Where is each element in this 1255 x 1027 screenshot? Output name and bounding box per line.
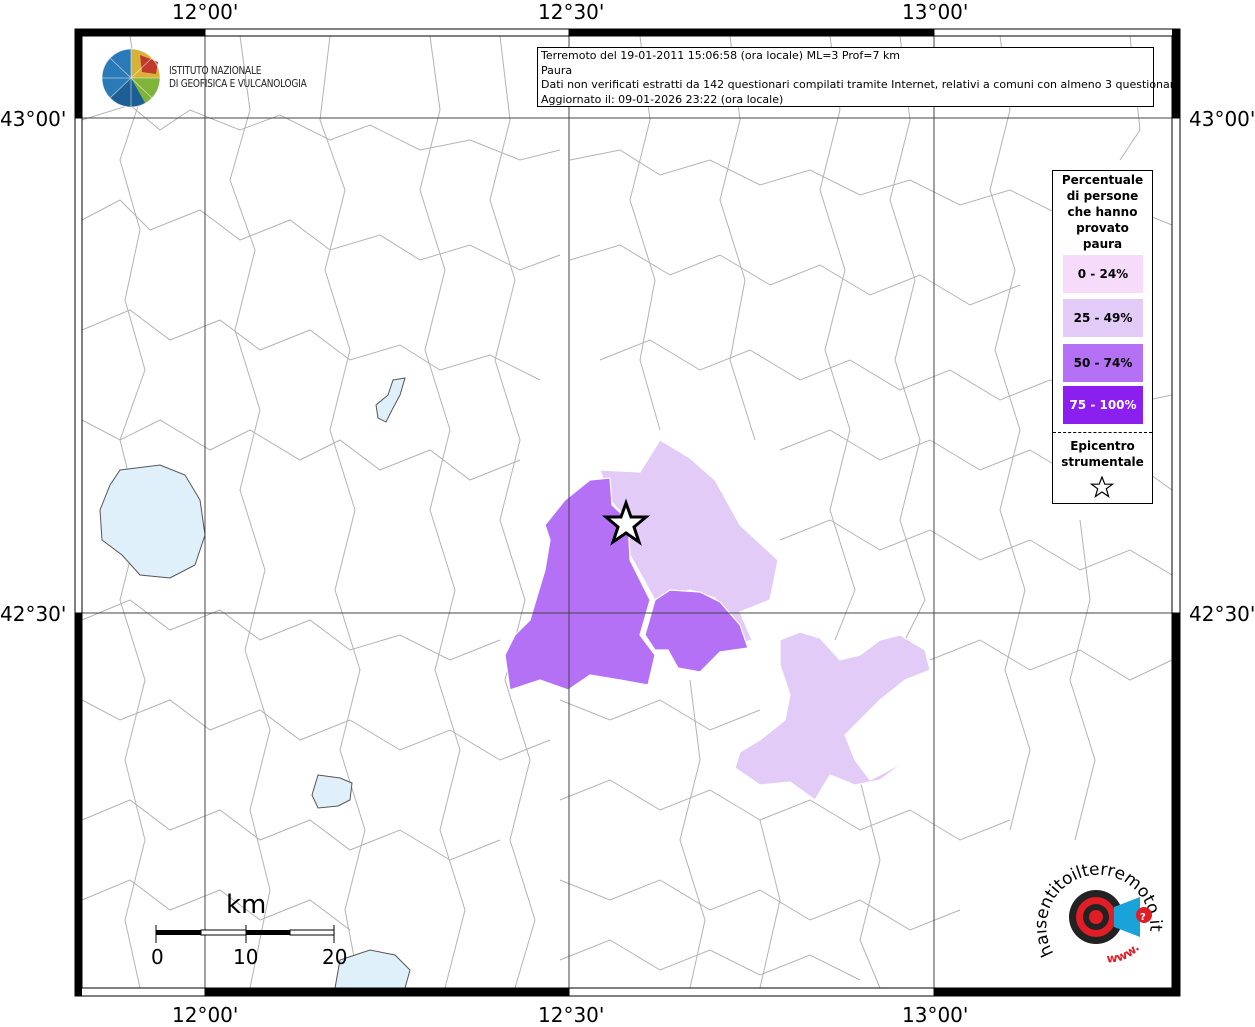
lon-label-bottom-1: 12°00' bbox=[172, 1003, 239, 1027]
scale-bar bbox=[155, 925, 335, 943]
lat-label-right-2: 42°30' bbox=[1189, 602, 1255, 626]
event-title: Terremoto del 19-01-2011 15:06:58 (ora l… bbox=[541, 49, 901, 62]
event-info-box: Terremoto del 19-01-2011 15:06:58 (ora l… bbox=[537, 47, 1181, 107]
legend-divider bbox=[1053, 432, 1152, 433]
lon-label-top-1: 12°00' bbox=[172, 0, 239, 24]
institute-line-2: DI GEOFISICA E VULCANOLOGIA bbox=[169, 77, 307, 90]
scale-tick-20: 20 bbox=[322, 945, 348, 969]
megaphone-target-icon: haisentitoilterremoto.it ? www. bbox=[1036, 862, 1165, 966]
legend-title: Percentuale di persone che hanno provato… bbox=[1053, 172, 1152, 252]
hst-logo-www: www. bbox=[1106, 941, 1142, 966]
lat-label-right-1: 43°00' bbox=[1189, 107, 1255, 131]
lon-label-bottom-3: 13°00' bbox=[902, 1003, 969, 1027]
legend-class-1: 25 - 49% bbox=[1063, 299, 1143, 337]
legend-title-line: che hanno bbox=[1067, 205, 1138, 219]
scale-tick-0: 0 bbox=[151, 945, 164, 969]
svg-text:?: ? bbox=[1140, 912, 1146, 923]
legend-class-0: 0 - 24% bbox=[1063, 255, 1143, 293]
scale-tick-10: 10 bbox=[233, 945, 259, 969]
legend-title-line: paura bbox=[1082, 237, 1123, 251]
legend-title-line: Percentuale bbox=[1061, 173, 1144, 187]
legend: Percentuale di persone che hanno provato… bbox=[1052, 170, 1153, 504]
parameter-name: Paura bbox=[541, 63, 573, 77]
legend-epicenter-label: Epicentro strumentale bbox=[1053, 438, 1152, 470]
data-note: Dati non verificati estratti da 142 ques… bbox=[541, 78, 1181, 91]
svg-text:www.: www. bbox=[1106, 941, 1142, 966]
ingv-logo-icon bbox=[101, 48, 161, 108]
scale-unit: km bbox=[226, 890, 267, 920]
legend-epicenter-line: Epicentro bbox=[1070, 439, 1135, 453]
institute-line-1: ISTITUTO NAZIONALE bbox=[169, 64, 262, 77]
lon-label-top-2: 12°30' bbox=[538, 0, 605, 24]
update-date: Aggiornato il: 09-01-2026 23:22 (ora loc… bbox=[541, 92, 784, 106]
legend-epicenter-line: strumentale bbox=[1061, 455, 1144, 469]
legend-class-2: 50 - 74% bbox=[1063, 344, 1143, 382]
lat-label-left-1: 43°00' bbox=[0, 107, 67, 131]
lon-label-bottom-2: 12°30' bbox=[538, 1003, 605, 1027]
institute-name: ISTITUTO NAZIONALE DI GEOFISICA E VULCAN… bbox=[169, 64, 307, 90]
legend-class-3: 75 - 100% bbox=[1063, 386, 1143, 424]
legend-title-line: di persone bbox=[1066, 189, 1139, 203]
legend-title-line: provato bbox=[1076, 221, 1129, 235]
lon-label-top-3: 13°00' bbox=[902, 0, 969, 24]
lat-label-left-2: 42°30' bbox=[0, 602, 67, 626]
star-icon bbox=[1090, 476, 1114, 498]
